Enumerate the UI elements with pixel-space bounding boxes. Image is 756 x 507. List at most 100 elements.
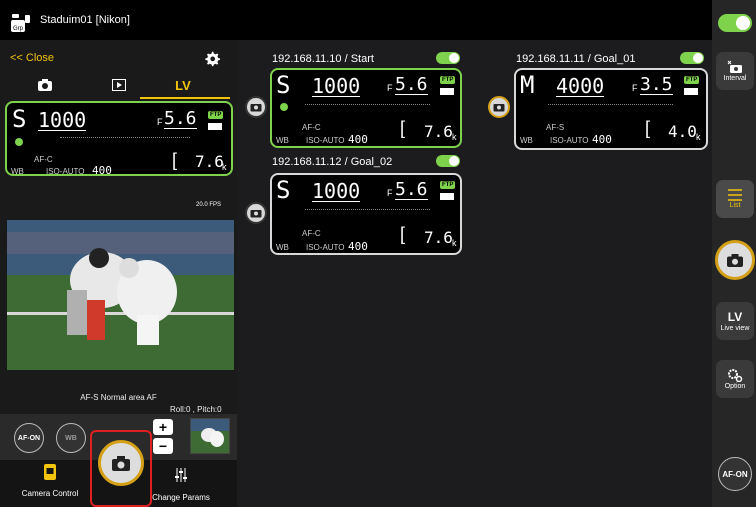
cam-goal02-ftp: FTP (440, 181, 456, 189)
zoom-thumbnail[interactable] (190, 418, 230, 454)
cam-goal01-mode: M (520, 71, 535, 99)
camera-icon (250, 210, 262, 218)
zoom-in-button[interactable]: + (153, 419, 173, 435)
tab-underline (140, 97, 230, 99)
sidebar-shutter-button[interactable] (715, 240, 755, 280)
cam-goal01-f: F (632, 83, 638, 93)
cam-goal01-wb: WB (520, 136, 533, 145)
tab-playback[interactable] (82, 72, 156, 98)
cam-goal02-aperture: 5.6 (395, 179, 428, 200)
cam-goal02-shutter: 1000 (312, 179, 361, 203)
wb-button[interactable]: WB (56, 423, 86, 453)
shutter-button[interactable] (98, 440, 144, 486)
list-label: List (729, 202, 741, 209)
list-icon (728, 189, 742, 201)
cam-goal01-bracket: [ (645, 118, 651, 138)
cam-start-iso: 400 (348, 133, 368, 146)
playback-icon (112, 79, 126, 91)
list-button[interactable]: List (716, 180, 754, 218)
sidebar-af-on-button[interactable]: AF-ON (718, 457, 752, 491)
battery-icon (208, 123, 222, 130)
cam-goal01-iso: 400 (592, 133, 612, 146)
camera-toggle-goal01[interactable] (680, 52, 704, 64)
cam-goal02-exposure-scale (305, 200, 430, 210)
cam-goal02-f: F (387, 188, 393, 198)
cam-start-shots: 7.6 (424, 122, 453, 141)
live-view-button[interactable]: LV Live view (716, 302, 754, 340)
cam-goal02-iso: 400 (348, 240, 368, 253)
sliders-icon (175, 468, 187, 482)
camera-icon (112, 455, 130, 471)
status-dot (15, 138, 23, 146)
cam-goal01-shots: 4.0 (668, 122, 697, 141)
svg-text:Grp: Grp (13, 26, 24, 32)
zoom-out-button[interactable]: − (153, 438, 173, 454)
option-gear-icon (728, 369, 743, 382)
interval-label: Interval (723, 75, 747, 82)
cam-goal01-iso-label: ISO-AUTO (550, 136, 589, 145)
camera-shutter-start[interactable] (245, 96, 267, 118)
camera-toggle-goal02[interactable] (436, 155, 460, 167)
camera-shutter-goal01[interactable] (488, 96, 510, 118)
cam-start-iso-label: ISO-AUTO (306, 136, 345, 145)
cam-goal02-shots: 7.6 (424, 228, 453, 247)
shots-unit: k (222, 162, 227, 172)
change-params-nav[interactable]: Change Params (150, 467, 212, 507)
cam-goal01-battery-icon (684, 88, 698, 95)
roll-pitch-text: Roll:0 , Pitch:0 (170, 405, 222, 414)
camera-control-label: Camera Control (21, 489, 79, 498)
ftp-badge: FTP (208, 111, 224, 119)
option-button[interactable]: Option (716, 360, 754, 398)
cam-goal01-aperture: 3.5 (640, 74, 673, 95)
camera-icon (727, 253, 743, 267)
camera-shutter-goal02[interactable] (245, 202, 267, 224)
iso-value: 400 (92, 164, 112, 177)
fps-label: 20.0 FPS (196, 202, 222, 208)
cam-start-aperture: 5.6 (395, 74, 428, 95)
cam-goal02-k: k (452, 238, 457, 248)
gear-icon[interactable] (203, 49, 221, 67)
cam-goal02-bracket: [ (400, 224, 406, 244)
cam-goal01-k: k (696, 132, 701, 142)
aperture-value: 5.6 (164, 108, 197, 129)
app-title: Staduim01 [Nikon] (40, 14, 130, 26)
camera-icon (250, 104, 262, 112)
shooting-mode: S (12, 105, 27, 133)
exposure-scale (60, 128, 190, 138)
tab-lv[interactable]: LV (146, 72, 220, 98)
wb-button-label: WB (65, 434, 77, 442)
option-label: Option (724, 383, 746, 390)
camera-control-nav[interactable]: Camera Control (20, 463, 80, 505)
camera-icon (38, 79, 52, 91)
af-status-text: AF-S Normal area AF (80, 393, 157, 402)
phone-icon (44, 464, 56, 480)
af-on-button[interactable]: AF-ON (14, 423, 44, 453)
shots-bracket-open: [ (172, 150, 178, 170)
cam-goal02-af: AF-C (302, 229, 321, 238)
camera-label-goal01: 192.168.11.11 / Goal_01 (516, 53, 636, 65)
cam-start-mode: S (276, 71, 291, 99)
cam-goal01-ftp: FTP (684, 76, 700, 84)
live-view-label: Live view (720, 325, 750, 332)
cam-start-k: k (452, 132, 457, 142)
iso-label: ISO-AUTO (46, 167, 85, 176)
master-toggle[interactable] (718, 14, 752, 32)
close-link[interactable]: << Close (10, 52, 54, 64)
cam-start-status-dot (280, 103, 288, 111)
cam-goal01-shutter: 4000 (556, 74, 605, 98)
cam-start-shutter: 1000 (312, 74, 361, 98)
interval-button[interactable]: Interval (716, 52, 754, 90)
live-view-image[interactable] (7, 220, 234, 370)
aperture-prefix: F (157, 117, 163, 127)
cam-goal01-exposure-scale (548, 95, 673, 105)
cam-start-battery-icon (440, 88, 454, 95)
camera-icon (493, 104, 505, 112)
cam-start-af: AF-C (302, 123, 321, 132)
cam-goal02-iso-label: ISO-AUTO (306, 243, 345, 252)
cam-start-wb: WB (276, 136, 289, 145)
camera-label-start: 192.168.11.10 / Start (272, 53, 374, 65)
cam-start-f: F (387, 83, 393, 93)
tab-photo[interactable] (8, 72, 82, 98)
camera-toggle-start[interactable] (436, 52, 460, 64)
cam-start-exposure-scale (305, 95, 430, 105)
